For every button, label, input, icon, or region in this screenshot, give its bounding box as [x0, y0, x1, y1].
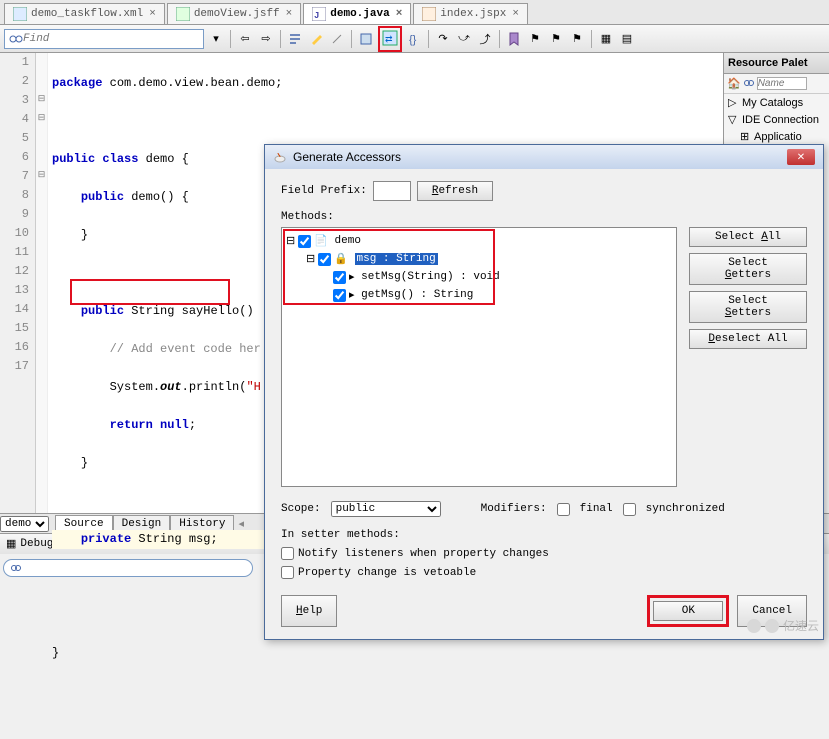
- select-setters-button[interactable]: Select Setters: [689, 291, 807, 323]
- step-over-icon[interactable]: ⤻: [455, 30, 473, 48]
- fold-column: ⊟⊟⊟: [36, 53, 48, 513]
- vetoable-checkbox[interactable]: [281, 566, 294, 579]
- step-out-icon[interactable]: ⤴: [476, 30, 494, 48]
- editor-toolbar: ▾ ⇦ ⇨ ⇄ {} ↷ ⤻ ⤴ ⚑ ⚑ ⚑ ▦ ▤: [0, 25, 829, 53]
- step-icon[interactable]: ↷: [434, 30, 452, 48]
- debug-icon: ▦: [6, 537, 16, 551]
- resource-search-input[interactable]: [757, 77, 807, 90]
- prev-icon[interactable]: ⇦: [236, 30, 254, 48]
- select-all-button[interactable]: Select All: [689, 227, 807, 247]
- find-input[interactable]: [23, 33, 173, 45]
- view2-icon[interactable]: ▤: [618, 30, 636, 48]
- tab-index[interactable]: index.jspx×: [413, 3, 528, 24]
- clear-icon[interactable]: [328, 30, 346, 48]
- surround-icon[interactable]: {}: [405, 30, 423, 48]
- class-checkbox[interactable]: [298, 235, 311, 248]
- highlight-box-field: [70, 279, 230, 305]
- close-icon[interactable]: ×: [396, 8, 403, 20]
- binoculars-icon: [9, 32, 23, 46]
- close-icon[interactable]: ×: [286, 8, 293, 20]
- generate-accessors-button[interactable]: ⇄: [378, 26, 402, 52]
- svg-text:⇄: ⇄: [385, 34, 393, 44]
- binoculars-icon[interactable]: [743, 77, 755, 90]
- svg-text:{}: {}: [409, 34, 417, 46]
- resource-palette-title: Resource Palet: [724, 53, 829, 74]
- method-icon: ▸: [349, 288, 355, 302]
- field-prefix-input[interactable]: [373, 181, 411, 201]
- catalog-item[interactable]: ▷My Catalogs: [724, 94, 829, 111]
- dialog-title: Generate Accessors: [293, 150, 401, 164]
- jsff-file-icon: [176, 7, 190, 21]
- field-checkbox[interactable]: [318, 253, 331, 266]
- field-prefix-label: Field Prefix:: [281, 185, 367, 197]
- bookmark-icon[interactable]: [505, 30, 523, 48]
- tree-node-setter[interactable]: ▸ setMsg(String) : void: [286, 268, 672, 286]
- tab-demo-java[interactable]: Jdemo.java×: [303, 3, 411, 24]
- coffee-icon: [273, 150, 287, 164]
- final-checkbox[interactable]: [557, 503, 570, 516]
- notify-checkbox[interactable]: [281, 547, 294, 560]
- bm2-icon[interactable]: ⚑: [547, 30, 565, 48]
- modifiers-label: Modifiers:: [481, 503, 547, 515]
- reformat-icon[interactable]: [286, 30, 304, 48]
- methods-label: Methods:: [281, 211, 807, 223]
- svg-text:J: J: [314, 11, 319, 21]
- select-getters-button[interactable]: Select Getters: [689, 253, 807, 285]
- ide-connections-item[interactable]: ▽IDE Connection: [724, 111, 829, 128]
- application-item[interactable]: ⊞Applicatio: [724, 128, 829, 145]
- setter-methods-label: In setter methods:: [281, 529, 807, 541]
- class-icon: 📄: [314, 234, 328, 248]
- class-dropdown[interactable]: demo: [0, 516, 49, 532]
- deselect-all-button[interactable]: Deselect All: [689, 329, 807, 349]
- watermark: 亿速云: [747, 617, 819, 634]
- getter-checkbox[interactable]: [333, 289, 346, 302]
- ok-button[interactable]: OK: [653, 601, 723, 621]
- home-icon[interactable]: 🏠: [727, 77, 741, 90]
- tab-demoview[interactable]: demoView.jsff×: [167, 3, 301, 24]
- close-icon[interactable]: ×: [149, 8, 156, 20]
- tree-node-field[interactable]: ⊟🔒 msg : String: [286, 250, 672, 268]
- tree-node-class[interactable]: ⊟📄 demo: [286, 232, 672, 250]
- view1-icon[interactable]: ▦: [597, 30, 615, 48]
- refresh-button[interactable]: Refresh: [417, 181, 493, 201]
- find-box[interactable]: [4, 29, 204, 49]
- xml-file-icon: [13, 7, 27, 21]
- nav-down-icon[interactable]: ▾: [207, 30, 225, 48]
- synchronized-checkbox[interactable]: [623, 503, 636, 516]
- setter-checkbox[interactable]: [333, 271, 346, 284]
- tree-node-getter[interactable]: ▸ getMsg() : String: [286, 286, 672, 304]
- next-icon[interactable]: ⇨: [257, 30, 275, 48]
- highlight-icon[interactable]: [307, 30, 325, 48]
- assist-icon[interactable]: [357, 30, 375, 48]
- close-icon[interactable]: ×: [512, 8, 519, 20]
- lock-icon: 🔒: [334, 252, 348, 266]
- help-button[interactable]: Help: [281, 595, 337, 627]
- method-icon: ▸: [349, 270, 355, 284]
- scope-label: Scope:: [281, 503, 321, 515]
- dialog-titlebar[interactable]: Generate Accessors ✕: [265, 145, 823, 169]
- editor-tabs: demo_taskflow.xml× demoView.jsff× Jdemo.…: [0, 0, 829, 25]
- scope-select[interactable]: public: [331, 501, 441, 517]
- line-gutter: 1234567891011121314151617: [0, 53, 36, 513]
- dialog-close-button[interactable]: ✕: [787, 149, 815, 165]
- bm1-icon[interactable]: ⚑: [526, 30, 544, 48]
- bm3-icon[interactable]: ⚑: [568, 30, 586, 48]
- java-file-icon: J: [312, 7, 326, 21]
- generate-accessors-dialog: Generate Accessors ✕ Field Prefix: Refre…: [264, 144, 824, 640]
- tab-taskflow[interactable]: demo_taskflow.xml×: [4, 3, 165, 24]
- methods-tree[interactable]: ⊟📄 demo ⊟🔒 msg : String ▸ setMsg(String)…: [281, 227, 677, 487]
- jspx-file-icon: [422, 7, 436, 21]
